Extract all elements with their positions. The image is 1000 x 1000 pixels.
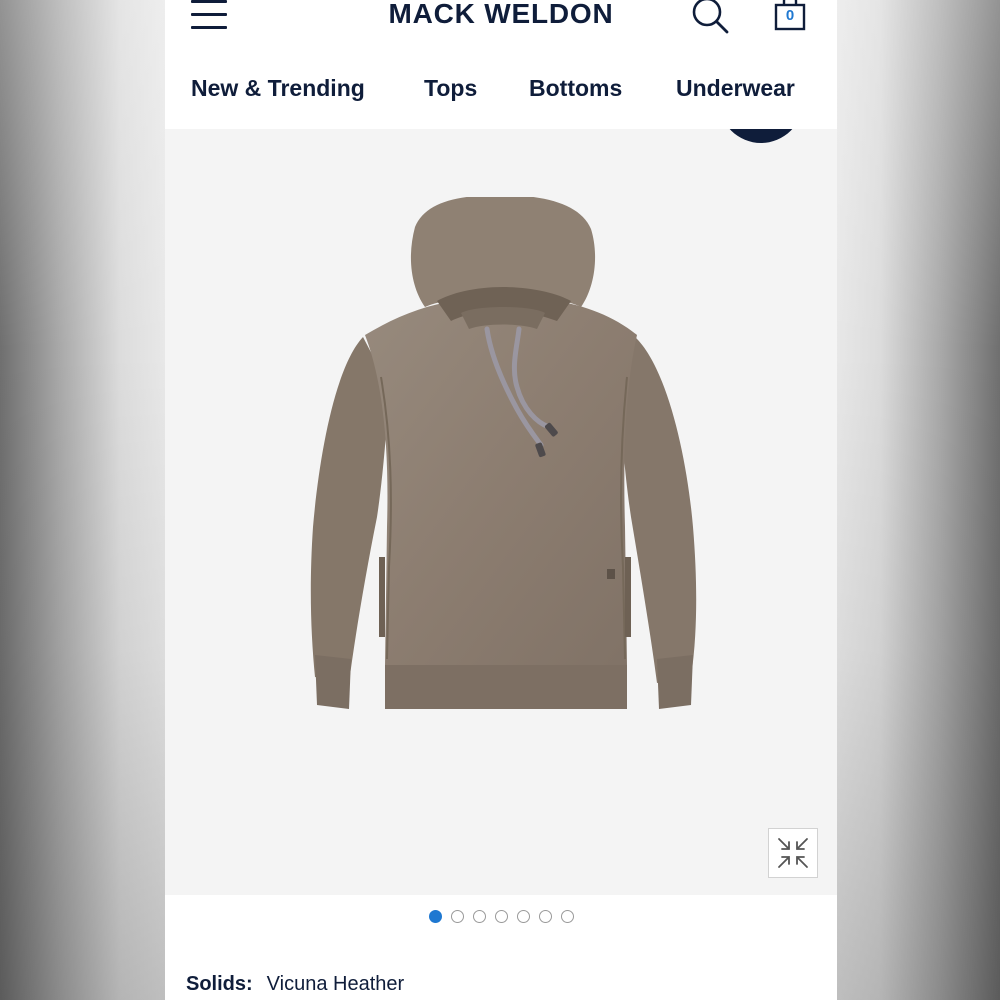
nav-item-new-trending[interactable]: New & Trending bbox=[191, 75, 365, 102]
carousel-dot-6[interactable] bbox=[538, 910, 552, 923]
nav-item-tops[interactable]: Tops bbox=[424, 75, 477, 102]
shopping-bag-icon[interactable]: 0 bbox=[773, 0, 807, 34]
color-label: Solids: bbox=[186, 973, 253, 995]
nav-item-bottoms[interactable]: Bottoms bbox=[529, 75, 622, 102]
mobile-page: MACK WELDON 0 New & Trending Tops Bottom… bbox=[165, 0, 837, 1000]
category-nav: New & Trending Tops Bottoms Underwear bbox=[165, 70, 837, 114]
hoodie-image bbox=[310, 197, 697, 709]
top-header: MACK WELDON 0 bbox=[165, 0, 837, 48]
floating-chat-badge[interactable] bbox=[719, 129, 803, 143]
carousel-dots bbox=[165, 910, 837, 928]
product-image-area[interactable] bbox=[165, 129, 837, 895]
carousel-dot-4[interactable] bbox=[494, 910, 508, 923]
brand-logo[interactable]: MACK WELDON bbox=[165, 0, 837, 30]
carousel-dot-7[interactable] bbox=[560, 910, 574, 923]
expand-button[interactable] bbox=[768, 828, 818, 878]
carousel-dot-1[interactable] bbox=[428, 910, 442, 923]
color-value: Vicuna Heather bbox=[266, 973, 405, 995]
cart-count: 0 bbox=[785, 7, 795, 24]
carousel-dot-3[interactable] bbox=[472, 910, 486, 923]
color-selection: Solids: Vicuna Heather bbox=[186, 973, 404, 996]
carousel-dot-2[interactable] bbox=[450, 910, 464, 923]
expand-arrows-icon bbox=[778, 838, 808, 868]
carousel-dot-5[interactable] bbox=[516, 910, 530, 923]
search-icon[interactable] bbox=[691, 0, 731, 36]
nav-item-underwear[interactable]: Underwear bbox=[676, 75, 795, 102]
